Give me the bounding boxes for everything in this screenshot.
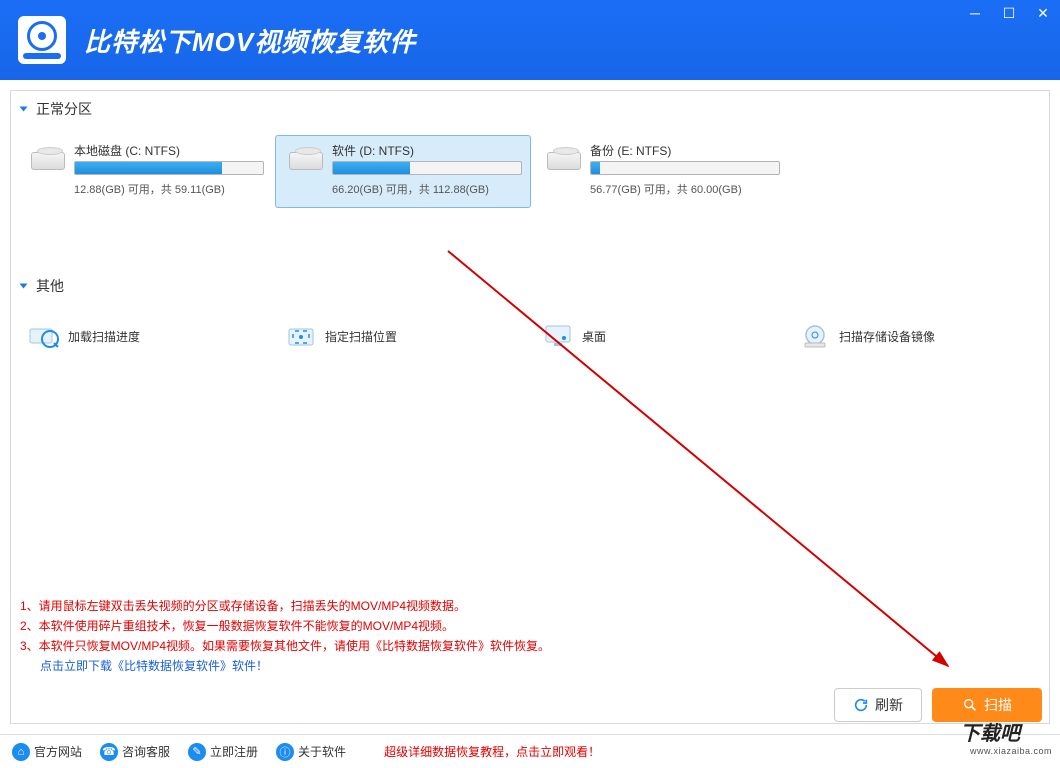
bottom-bar-icon: ⓘ <box>276 743 294 761</box>
load-progress-icon <box>26 321 62 351</box>
other-action-label: 指定扫描位置 <box>325 328 397 345</box>
title-bar: 比特松下MOV视频恢复软件 ─ ☐ ✕ <box>0 0 1060 80</box>
other-action-item[interactable]: 桌面 <box>531 314 786 358</box>
disk-icon <box>26 142 70 174</box>
app-title: 比特松下MOV视频恢复软件 <box>84 22 416 59</box>
partition-item[interactable]: 本地磁盘 (C: NTFS) 12.88(GB) 可用，共 59.11(GB) <box>17 135 273 208</box>
triangle-icon <box>20 284 28 289</box>
others-title: 其他 <box>36 276 64 296</box>
bottom-bar-label: 咨询客服 <box>122 743 170 760</box>
usage-bar <box>74 161 264 175</box>
window-controls: ─ ☐ ✕ <box>958 0 1060 26</box>
minimize-button[interactable]: ─ <box>958 0 992 26</box>
tip-line-2: 2、本软件使用碎片重组技术，恢复一般数据恢复软件不能恢复的MOV/MP4视频。 <box>20 616 550 636</box>
partition-info: 软件 (D: NTFS) 66.20(GB) 可用，共 112.88(GB) <box>332 142 522 197</box>
partitions-title: 正常分区 <box>36 99 92 119</box>
partition-name: 软件 (D: NTFS) <box>332 142 522 159</box>
tips-block: 1、请用鼠标左键双击丢失视频的分区或存储设备，扫描丢失的MOV/MP4视频数据。… <box>20 596 550 676</box>
bottom-bar-link[interactable]: ✎立即注册 <box>188 743 258 761</box>
partition-detail: 12.88(GB) 可用，共 59.11(GB) <box>74 181 264 197</box>
watermark-url: www.xiazaiba.com <box>970 746 1052 756</box>
partition-item[interactable]: 备份 (E: NTFS) 56.77(GB) 可用，共 60.00(GB) <box>533 135 789 208</box>
refresh-icon <box>853 697 869 713</box>
other-action-label: 桌面 <box>582 328 606 345</box>
other-action-label: 加载扫描进度 <box>68 328 140 345</box>
bottom-bar-label: 关于软件 <box>298 743 346 760</box>
bottom-bar-icon: ⌂ <box>12 743 30 761</box>
tip-line-3: 3、本软件只恢复MOV/MP4视频。如果需要恢复其他文件，请使用《比特数据恢复软… <box>20 636 550 656</box>
disk-icon <box>284 142 328 174</box>
tip-download-link[interactable]: 点击立即下载《比特数据恢复软件》软件！ <box>20 656 550 676</box>
bottom-bar-label: 立即注册 <box>210 743 258 760</box>
bottom-bar-link[interactable]: ☎咨询客服 <box>100 743 170 761</box>
usage-bar <box>590 161 780 175</box>
partition-info: 本地磁盘 (C: NTFS) 12.88(GB) 可用，共 59.11(GB) <box>74 142 264 197</box>
partition-detail: 66.20(GB) 可用，共 112.88(GB) <box>332 181 522 197</box>
maximize-button[interactable]: ☐ <box>992 0 1026 26</box>
watermark: 下载吧 www.xiazaiba.com <box>920 706 1060 756</box>
triangle-icon <box>20 107 28 112</box>
disk-icon <box>542 142 586 174</box>
scan-image-icon <box>797 321 833 351</box>
bottom-bar-icon: ☎ <box>100 743 118 761</box>
partition-info: 备份 (E: NTFS) 56.77(GB) 可用，共 60.00(GB) <box>590 142 780 197</box>
set-location-icon <box>283 321 319 351</box>
partition-name: 本地磁盘 (C: NTFS) <box>74 142 264 159</box>
other-action-item[interactable]: 扫描存储设备镜像 <box>788 314 1043 358</box>
bottom-bar-icon: ✎ <box>188 743 206 761</box>
bottom-bar-label: 官方网站 <box>34 743 82 760</box>
partitions-header: 正常分区 <box>11 91 1049 127</box>
app-logo <box>18 16 66 64</box>
other-action-item[interactable]: 指定扫描位置 <box>274 314 529 358</box>
partitions-list: 本地磁盘 (C: NTFS) 12.88(GB) 可用，共 59.11(GB) … <box>11 127 1049 228</box>
refresh-label: 刷新 <box>875 695 903 715</box>
usage-bar <box>332 161 522 175</box>
desktop-icon <box>540 321 576 351</box>
tutorial-link[interactable]: 超级详细数据恢复教程，点击立即观看！ <box>384 743 600 760</box>
bottom-bar-link[interactable]: ⌂官方网站 <box>12 743 82 761</box>
others-header: 其他 <box>11 268 1049 304</box>
refresh-button[interactable]: 刷新 <box>834 688 922 722</box>
others-list: 加载扫描进度 指定扫描位置 桌面 扫描存储设备镜像 <box>11 304 1049 368</box>
close-button[interactable]: ✕ <box>1026 0 1060 26</box>
tip-line-1: 1、请用鼠标左键双击丢失视频的分区或存储设备，扫描丢失的MOV/MP4视频数据。 <box>20 596 550 616</box>
other-action-label: 扫描存储设备镜像 <box>839 328 935 345</box>
main-content: 正常分区 本地磁盘 (C: NTFS) 12.88(GB) 可用，共 59.11… <box>0 80 1060 734</box>
bottom-bar: ⌂官方网站 ☎咨询客服 ✎立即注册 ⓘ关于软件 超级详细数据恢复教程，点击立即观看！ <box>0 734 1060 768</box>
main-panel: 正常分区 本地磁盘 (C: NTFS) 12.88(GB) 可用，共 59.11… <box>10 90 1050 724</box>
partition-name: 备份 (E: NTFS) <box>590 142 780 159</box>
bottom-bar-link[interactable]: ⓘ关于软件 <box>276 743 346 761</box>
other-action-item[interactable]: 加载扫描进度 <box>17 314 272 358</box>
watermark-text: 下载吧 <box>960 717 1020 746</box>
partition-detail: 56.77(GB) 可用，共 60.00(GB) <box>590 181 780 197</box>
partition-item[interactable]: 软件 (D: NTFS) 66.20(GB) 可用，共 112.88(GB) <box>275 135 531 208</box>
